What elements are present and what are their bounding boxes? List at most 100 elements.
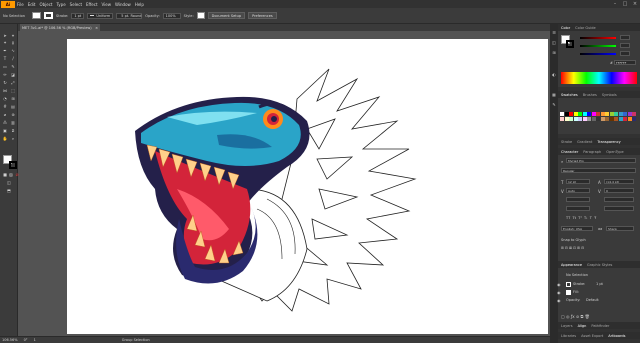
kerning-field[interactable]: Auto (566, 188, 590, 193)
color-swatch[interactable] (564, 117, 569, 121)
font-size-field[interactable]: 12 pt (566, 179, 590, 184)
color-swatch[interactable] (591, 117, 596, 121)
color-swatch[interactable] (623, 112, 627, 116)
color-swatch[interactable] (578, 117, 582, 121)
color-swatch[interactable] (618, 112, 623, 116)
stroke-color-box[interactable] (9, 161, 17, 169)
rotation-field[interactable] (604, 206, 634, 211)
selection-tool-icon[interactable]: ➤ (2, 33, 8, 38)
color-stroke-swatch[interactable] (566, 40, 574, 48)
green-value[interactable] (620, 43, 630, 48)
menu-help[interactable]: Help (133, 2, 146, 7)
rectangle-tool-icon[interactable]: ▭ (2, 64, 8, 69)
color-swatch[interactable] (582, 112, 587, 116)
leading-field[interactable]: (14.4 pt) (604, 179, 634, 184)
menu-type[interactable]: Type (54, 2, 67, 7)
tab-layers[interactable]: Layers (561, 324, 573, 328)
red-slider[interactable] (580, 37, 616, 39)
blue-value[interactable] (620, 51, 630, 56)
minimize-icon[interactable]: – (610, 1, 620, 7)
tab-appearance[interactable]: Appearance (561, 263, 582, 267)
menu-view[interactable]: View (100, 2, 114, 7)
type-tool-icon[interactable]: T (2, 56, 8, 61)
mesh-tool-icon[interactable]: # (2, 104, 8, 109)
color-swatch[interactable] (632, 117, 636, 121)
blend-tool-icon[interactable]: ⊛ (10, 112, 16, 117)
color-swatch[interactable] (627, 117, 632, 121)
color-swatch[interactable] (614, 112, 618, 116)
red-value[interactable] (620, 35, 630, 40)
libraries-icon[interactable]: ⊞ (551, 50, 557, 55)
tracking-field[interactable]: 0 (604, 188, 634, 193)
hand-tool-icon[interactable]: ✋ (2, 136, 8, 141)
snap-buttons[interactable]: ⊞ ⊟ ⊠ ⊡ ⊞ ⊟ (561, 246, 631, 251)
color-swatch[interactable] (569, 117, 573, 121)
color-swatch[interactable] (582, 117, 587, 121)
color-swatch[interactable] (587, 112, 591, 116)
eraser-icon[interactable]: ◪ (10, 72, 16, 77)
color-swatch[interactable] (600, 117, 605, 121)
stroke-weight-field[interactable]: 1 pt (71, 12, 85, 19)
color-icon[interactable]: ◐ (551, 72, 557, 77)
color-swatch[interactable] (632, 112, 636, 116)
menu-object[interactable]: Object (37, 2, 54, 7)
tab-align[interactable]: Align (578, 324, 587, 328)
variable-width-profile[interactable]: Uniform (87, 12, 114, 19)
green-slider[interactable] (580, 45, 616, 47)
tab-pathfinder[interactable]: Pathfinder (591, 324, 609, 328)
color-swatch[interactable] (573, 112, 578, 116)
color-swatch[interactable] (591, 112, 596, 116)
swatches-icon[interactable]: ▦ (551, 92, 557, 97)
color-swatch[interactable] (596, 117, 600, 121)
tab-transparency[interactable]: Transparency (597, 140, 620, 144)
appearance-stroke-value[interactable]: 1 pt (596, 282, 603, 286)
perspective-grid-icon[interactable]: ⊞ (10, 96, 16, 101)
hex-field[interactable]: FFFFFF (614, 60, 636, 65)
tab-stroke[interactable]: Stroke (561, 140, 572, 144)
appearance-footer-icons[interactable]: ▢ ◎ ƒx ⊘ ⧉ 🗑 (561, 314, 590, 319)
layers-icon[interactable]: ◫ (551, 40, 557, 45)
eyedropper-icon[interactable]: ⌀ (2, 112, 8, 117)
document-setup-button[interactable]: Document Setup (207, 12, 246, 19)
color-swatch[interactable] (560, 117, 564, 121)
color-swatch[interactable] (560, 112, 564, 116)
menu-select[interactable]: Select (68, 2, 84, 7)
appearance-fill-swatch[interactable] (566, 290, 571, 295)
color-swatch[interactable] (600, 112, 605, 116)
zoom-tool-icon[interactable]: ⌕ (10, 136, 16, 141)
color-swatch[interactable] (623, 117, 627, 121)
artboard-number[interactable]: 1 (34, 338, 36, 342)
tab-close-icon[interactable]: × (95, 26, 98, 30)
rotate-tool-icon[interactable]: ↻ (2, 80, 8, 85)
lasso-icon[interactable]: ϙ (10, 40, 16, 45)
maximize-icon[interactable]: □ (620, 1, 630, 7)
tab-gradient[interactable]: Gradient (577, 140, 592, 144)
color-swatch[interactable] (605, 112, 609, 116)
tab-artboards[interactable]: Artboards (608, 334, 625, 338)
direct-selection-tool-icon[interactable]: ⌖ (10, 33, 16, 38)
brush-definition[interactable]: 5 pt. Round (116, 12, 143, 19)
tab-swatches[interactable]: Swatches (561, 93, 578, 97)
tab-graphic-styles[interactable]: Graphic Styles (587, 263, 612, 267)
rotation-value[interactable]: 0° (24, 338, 28, 342)
color-swatch[interactable] (564, 112, 569, 116)
preferences-button[interactable]: Preferences (248, 12, 277, 19)
language-field[interactable]: English: USA (561, 226, 593, 231)
color-swatch[interactable] (596, 112, 600, 116)
close-icon[interactable]: × (630, 1, 640, 7)
color-spectrum[interactable] (561, 72, 637, 84)
curvature-icon[interactable]: ∿ (10, 48, 16, 53)
color-swatch[interactable] (627, 112, 632, 116)
color-swatch[interactable] (605, 117, 609, 121)
tab-color-guide[interactable]: Color Guide (575, 26, 596, 30)
color-swatch[interactable] (614, 117, 618, 121)
tab-opentype[interactable]: OpenType (606, 150, 623, 154)
tab-paragraph[interactable]: Paragraph (583, 150, 601, 154)
visibility-eye-icon[interactable]: ◉ (557, 290, 561, 295)
color-swatch[interactable] (573, 117, 578, 121)
paintbrush-icon[interactable]: ✎ (10, 64, 16, 69)
color-swatch[interactable] (587, 117, 591, 121)
brushes-icon[interactable]: ✎ (551, 102, 557, 107)
color-swatch[interactable] (609, 117, 614, 121)
draw-mode-icon[interactable]: ◫ (6, 180, 12, 185)
